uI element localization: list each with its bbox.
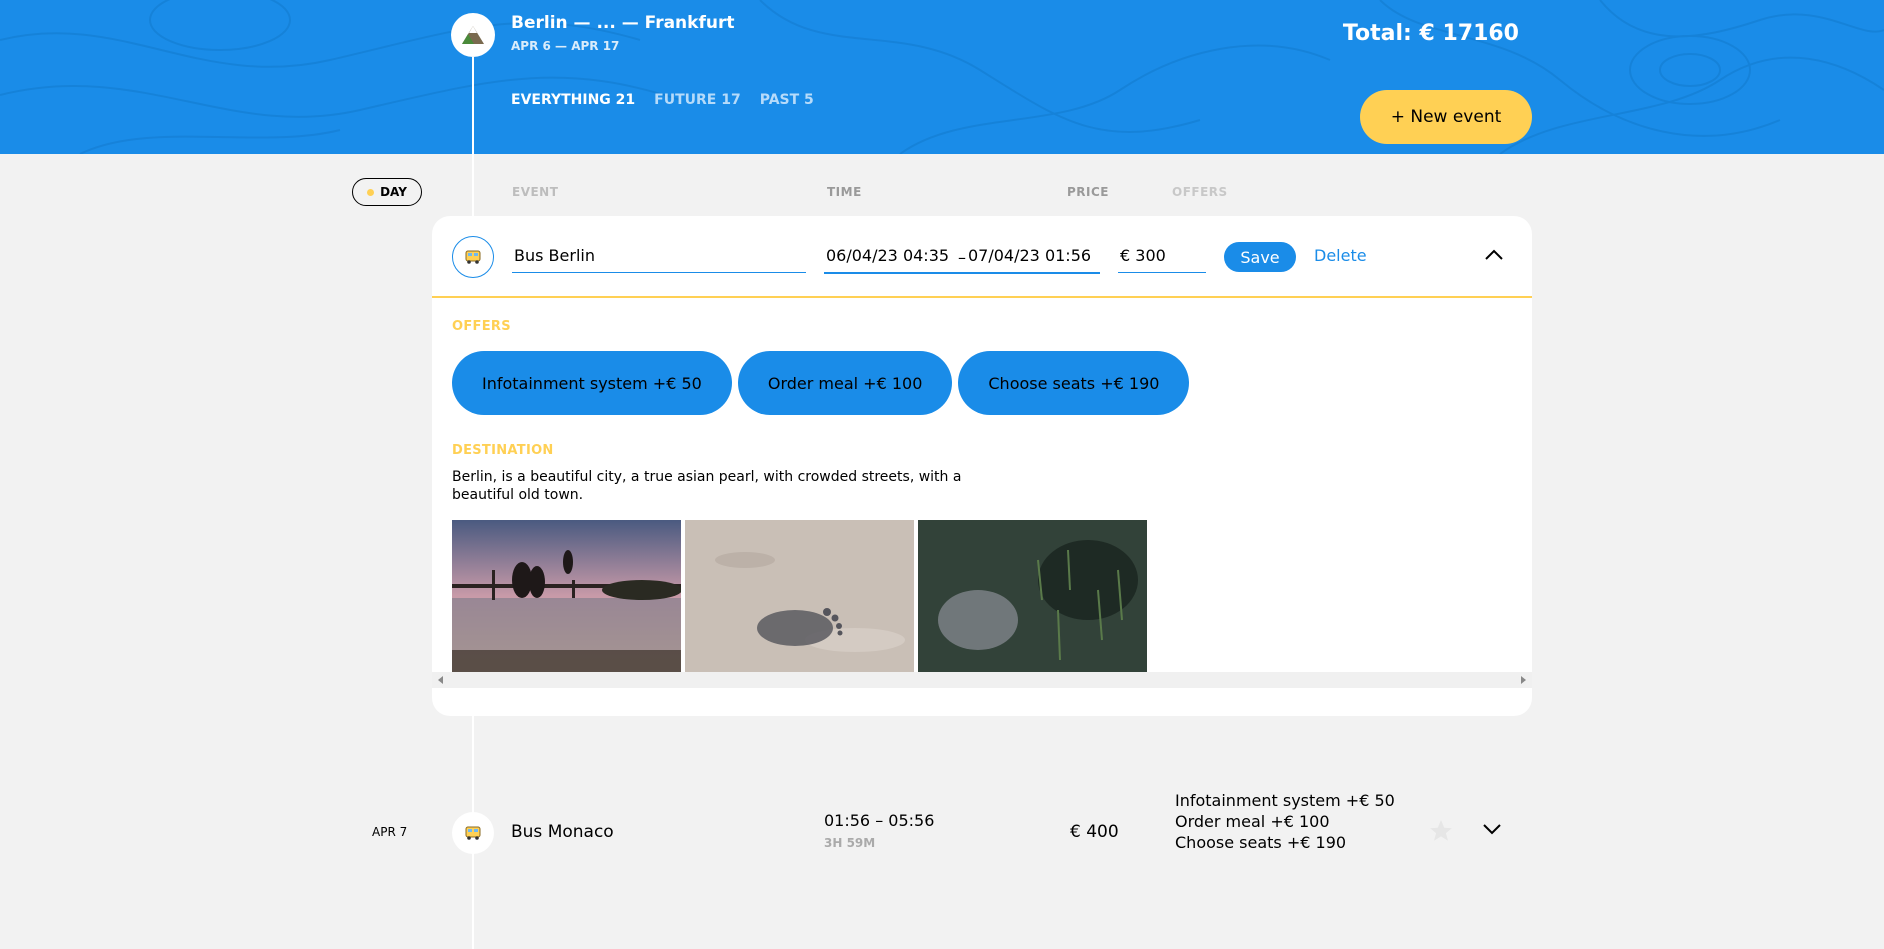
chevron-up-icon — [1485, 249, 1503, 260]
topographic-pattern — [0, 0, 1884, 154]
favorite-button[interactable] — [1428, 818, 1454, 847]
event-duration: 3H 59M — [824, 836, 876, 850]
collapse-button[interactable] — [1482, 244, 1506, 268]
sort-event: EVENT — [512, 185, 559, 199]
trip-title: Berlin — ... — Frankfurt — [511, 13, 735, 33]
offers-section-title: OFFERS — [452, 319, 511, 334]
event-price: € 400 — [1070, 822, 1119, 842]
event-offers: Infotainment system +€ 50 Order meal +€ … — [1175, 790, 1395, 853]
event-type-icon — [452, 812, 494, 854]
trip-logo — [451, 13, 495, 57]
filter-future[interactable]: FUTURE 17 — [654, 92, 741, 108]
event-offer-item: Order meal +€ 100 — [1175, 812, 1330, 831]
chevron-down-icon — [1483, 823, 1501, 834]
destination-photo-2 — [685, 520, 914, 672]
active-dot-icon — [367, 188, 375, 196]
expand-button[interactable] — [1480, 818, 1504, 842]
offers-list: Infotainment system +€ 50 Order meal +€ … — [452, 351, 1190, 415]
scroll-left-icon[interactable] — [438, 676, 443, 684]
time-separator: – — [958, 248, 966, 267]
filter-everything[interactable]: EVERYTHING 21 — [511, 92, 635, 108]
event-type-toggle[interactable] — [452, 236, 494, 278]
sort-price[interactable]: PRICE — [1067, 185, 1109, 199]
time-underline — [824, 272, 1100, 274]
star-icon — [1430, 820, 1452, 841]
price-input[interactable] — [1118, 238, 1206, 273]
destination-input[interactable] — [512, 238, 806, 273]
start-time-input[interactable] — [824, 238, 960, 273]
event-edit-header: – Save Delete — [432, 216, 1532, 298]
event-date: APR 7 — [372, 825, 408, 839]
event-title: Bus Monaco — [511, 822, 614, 842]
destination-photo-1 — [452, 520, 681, 672]
bus-icon — [465, 826, 481, 840]
filter-tabs: EVERYTHING 21 FUTURE 17 PAST 5 — [511, 92, 814, 108]
save-button[interactable]: Save — [1224, 242, 1296, 272]
delete-button[interactable]: Delete — [1314, 246, 1367, 265]
event-offer-item: Choose seats +€ 190 — [1175, 833, 1347, 852]
event-time-range: 01:56 – 05:56 — [824, 811, 935, 830]
destination-photo-3 — [918, 520, 1147, 672]
event-offer-item: Infotainment system +€ 50 — [1175, 791, 1395, 810]
destination-description: Berlin, is a beautiful city, a true asia… — [452, 469, 962, 503]
photos-scrollbar[interactable] — [432, 672, 1532, 688]
end-time-input[interactable] — [966, 238, 1100, 273]
mountain-icon — [462, 26, 484, 44]
sort-time[interactable]: TIME — [827, 185, 862, 199]
sort-day-button[interactable]: DAY — [352, 178, 422, 206]
destination-section-title: DESTINATION — [452, 443, 554, 458]
trip-dates: APR 6 — APR 17 — [511, 39, 620, 53]
offer-infotainment[interactable]: Infotainment system +€ 50 — [452, 351, 732, 415]
sort-day-label: DAY — [380, 185, 407, 199]
destination-photos — [452, 520, 1147, 672]
sort-offers: OFFERS — [1172, 185, 1228, 199]
filter-past[interactable]: PAST 5 — [760, 92, 814, 108]
new-event-button[interactable]: + New event — [1360, 90, 1532, 144]
event-edit-form: – Save Delete OFFERS Infotainment system… — [432, 216, 1532, 716]
offer-seats[interactable]: Choose seats +€ 190 — [958, 351, 1190, 415]
timeline-line-header — [472, 57, 474, 154]
bus-icon — [465, 250, 481, 264]
trip-header: Berlin — ... — Frankfurt APR 6 — APR 17 … — [0, 0, 1884, 154]
offer-meal[interactable]: Order meal +€ 100 — [737, 351, 953, 415]
scroll-right-icon[interactable] — [1521, 676, 1526, 684]
trip-total-cost: Total: € 17160 — [1342, 21, 1519, 46]
